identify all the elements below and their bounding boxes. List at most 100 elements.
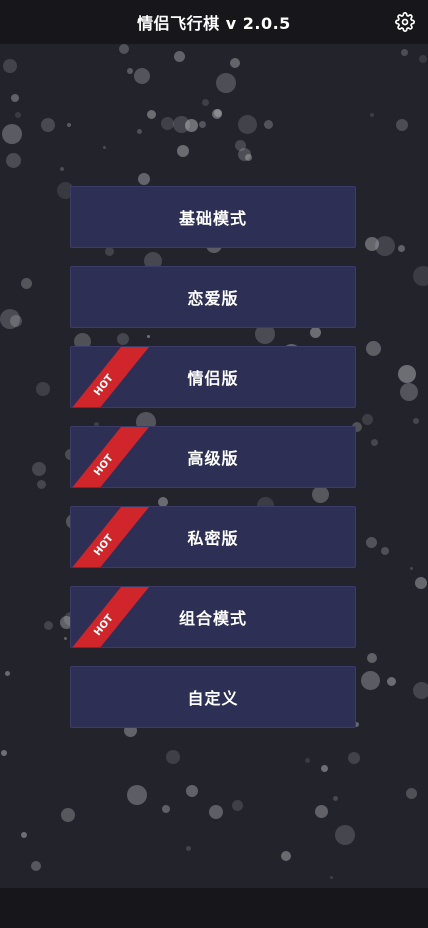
particle-dot (413, 682, 428, 699)
particle-dot (21, 832, 27, 838)
particle-dot (61, 808, 75, 822)
particle-dot (305, 758, 310, 763)
hot-ribbon: HOT (72, 507, 149, 567)
particle-dot (330, 876, 333, 879)
particle-dot (5, 671, 10, 676)
particle-dot (366, 537, 377, 548)
particle-dot (44, 621, 53, 630)
particle-dot (216, 73, 236, 93)
mode-button-love[interactable]: 恋爱版 (70, 266, 356, 328)
particle-dot (366, 341, 381, 356)
hot-ribbon: HOT (72, 427, 149, 487)
particle-dot (11, 94, 19, 102)
particle-dot (32, 462, 46, 476)
particle-dot (232, 800, 243, 811)
particle-dot (400, 383, 418, 401)
hot-badge: HOT (92, 373, 116, 398)
particle-dot (398, 245, 405, 252)
particle-dot (3, 59, 17, 73)
particle-dot (413, 418, 419, 424)
particle-dot (365, 237, 379, 251)
mode-label: 私密版 (187, 529, 239, 548)
particle-dot (348, 752, 360, 764)
particle-dot (137, 129, 142, 134)
mode-label: 恋爱版 (187, 289, 239, 308)
particle-dot (0, 309, 20, 329)
particle-dot (413, 266, 428, 286)
particle-dot (119, 44, 129, 54)
app-title: 情侣飞行棋 v 2.0.5 (137, 14, 291, 33)
particle-dot (186, 846, 191, 851)
particle-dot (406, 788, 417, 799)
particle-dot (370, 113, 374, 117)
particle-dot (185, 119, 198, 132)
particle-dot (37, 480, 46, 489)
particle-dot (321, 765, 328, 772)
particle-dot (36, 382, 50, 396)
mode-button-advanced[interactable]: HOT 高级版 (70, 426, 356, 488)
particle-dot (177, 145, 189, 157)
particle-dot (202, 99, 209, 106)
particle-dot (173, 116, 190, 133)
particle-dot (410, 567, 413, 570)
particle-dot (396, 119, 408, 131)
app-screen: 情侣飞行棋 v 2.0.5 基础模式 恋爱版 HOT 情侣版 HOT 高级版 H… (0, 0, 428, 928)
particle-dot (264, 120, 273, 129)
hot-ribbon: HOT (72, 347, 149, 407)
particle-dot (134, 68, 150, 84)
particle-dot (367, 653, 377, 663)
particle-dot (419, 55, 427, 63)
particle-dot (235, 140, 246, 151)
particle-dot (60, 167, 64, 171)
mode-button-custom[interactable]: 自定义 (70, 666, 356, 728)
hot-badge: HOT (92, 453, 116, 478)
particle-dot (315, 805, 328, 818)
mode-button-couple[interactable]: HOT 情侣版 (70, 346, 356, 408)
particle-dot (281, 851, 291, 861)
hot-ribbon: HOT (72, 587, 149, 647)
header-bar: 情侣飞行棋 v 2.0.5 (0, 0, 428, 44)
particle-dot (67, 123, 71, 127)
particle-dot (127, 68, 133, 74)
particle-dot (6, 153, 21, 168)
particle-dot (333, 796, 338, 801)
mode-label: 情侣版 (187, 369, 239, 388)
particle-dot (212, 109, 222, 119)
particle-dot (371, 439, 378, 446)
particle-dot (1, 750, 7, 756)
mode-label: 自定义 (187, 689, 239, 708)
mode-button-basic[interactable]: 基础模式 (70, 186, 356, 248)
hot-badge: HOT (92, 613, 116, 638)
particle-dot (15, 112, 21, 118)
particle-dot (127, 785, 147, 805)
hot-badge: HOT (92, 533, 116, 558)
mode-label: 基础模式 (178, 209, 247, 228)
particle-dot (166, 750, 180, 764)
particle-dot (31, 861, 41, 871)
particle-dot (214, 109, 222, 117)
mode-label: 组合模式 (178, 609, 247, 628)
particle-dot (415, 577, 427, 589)
particle-dot (362, 414, 373, 425)
mode-label: 高级版 (187, 449, 239, 468)
mode-button-combo[interactable]: HOT 组合模式 (70, 586, 356, 648)
particle-dot (398, 365, 416, 383)
particle-dot (147, 110, 156, 119)
particle-dot (381, 547, 389, 555)
gear-icon[interactable] (394, 11, 416, 33)
particle-dot (230, 58, 240, 68)
mode-button-private[interactable]: HOT 私密版 (70, 506, 356, 568)
particle-dot (161, 117, 174, 130)
particle-dot (103, 146, 106, 149)
particle-dot (174, 51, 185, 62)
particle-dot (21, 278, 32, 289)
particle-dot (2, 124, 22, 144)
particle-dot (209, 805, 223, 819)
particle-dot (138, 173, 150, 185)
particle-dot (335, 825, 355, 845)
bottom-bar (0, 888, 428, 928)
particle-dot (199, 121, 206, 128)
particle-dot (245, 154, 252, 161)
particle-dot (64, 637, 67, 640)
particle-dot (401, 49, 408, 56)
